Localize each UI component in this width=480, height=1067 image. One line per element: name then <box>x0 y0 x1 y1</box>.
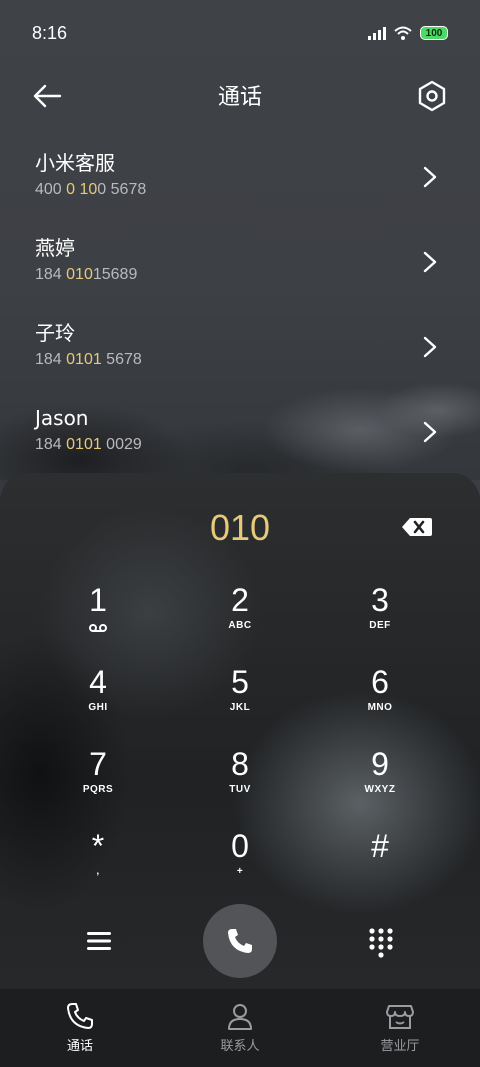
chevron-right-icon[interactable] <box>420 417 440 447</box>
key-1[interactable]: 1 <box>38 580 158 660</box>
back-arrow-icon[interactable] <box>30 78 66 114</box>
backspace-icon[interactable] <box>400 514 434 540</box>
key-5[interactable]: 5 JKL <box>180 662 300 742</box>
contact-list: 小米客服 400 0 100 5678 燕婷 184 01015689 子玲 1… <box>0 134 480 474</box>
key-star[interactable]: * , <box>38 826 158 906</box>
voicemail-icon <box>89 624 107 632</box>
chevron-right-icon[interactable] <box>420 162 440 192</box>
chevron-right-icon[interactable] <box>420 332 440 362</box>
contact-name: Jason <box>35 406 89 430</box>
nav-item-store[interactable]: 营业厅 <box>320 989 480 1067</box>
person-icon <box>228 1004 252 1030</box>
contact-number: 184 0101 0029 <box>35 436 142 453</box>
store-icon <box>386 1005 414 1029</box>
contact-name: 燕婷 <box>35 236 75 260</box>
contact-item[interactable]: 小米客服 400 0 100 5678 <box>0 134 480 219</box>
contact-number: 400 0 100 5678 <box>35 181 147 198</box>
key-2[interactable]: 2 ABC <box>180 580 300 660</box>
key-0[interactable]: 0 + <box>180 826 300 906</box>
dialpad-icon[interactable] <box>364 924 398 958</box>
header: 通话 <box>0 66 480 124</box>
chevron-right-icon[interactable] <box>420 247 440 277</box>
contact-name: 子玲 <box>35 321 75 345</box>
call-button[interactable] <box>203 904 277 978</box>
bottom-nav: 通话 联系人 营业厅 <box>0 989 480 1067</box>
contact-item[interactable]: 子玲 184 0101 5678 <box>0 304 480 389</box>
nav-item-calls[interactable]: 通话 <box>0 989 160 1067</box>
wifi-icon <box>394 26 412 40</box>
menu-icon[interactable] <box>82 924 116 958</box>
signal-icon <box>368 27 386 40</box>
nav-label: 联系人 <box>220 1039 260 1054</box>
battery-icon: 100 <box>420 26 448 40</box>
key-8[interactable]: 8 TUV <box>180 744 300 824</box>
contact-name: 小米客服 <box>35 151 115 175</box>
nav-label: 营业厅 <box>380 1039 420 1054</box>
key-7[interactable]: 7 PQRS <box>38 744 158 824</box>
status-time: 8:16 <box>32 22 68 43</box>
nav-item-contacts[interactable]: 联系人 <box>160 989 320 1067</box>
phone-icon <box>67 1003 93 1029</box>
key-3[interactable]: 3 DEF <box>320 580 440 660</box>
key-4[interactable]: 4 GHI <box>38 662 158 742</box>
status-icons: 100 <box>368 26 448 40</box>
contact-item[interactable]: Jason 184 0101 0029 <box>0 389 480 474</box>
contact-item[interactable]: 燕婷 184 01015689 <box>0 219 480 304</box>
nav-label: 通话 <box>66 1039 93 1054</box>
key-6[interactable]: 6 MNO <box>320 662 440 742</box>
key-9[interactable]: 9 WXYZ <box>320 744 440 824</box>
phone-call-icon <box>228 929 252 953</box>
page-title: 通话 <box>217 85 262 110</box>
settings-icon[interactable] <box>414 78 450 114</box>
status-bar: 8:16 100 <box>0 0 480 66</box>
contact-number: 184 01015689 <box>35 266 138 283</box>
key-hash[interactable]: # <box>320 826 440 906</box>
contact-number: 184 0101 5678 <box>35 351 142 368</box>
